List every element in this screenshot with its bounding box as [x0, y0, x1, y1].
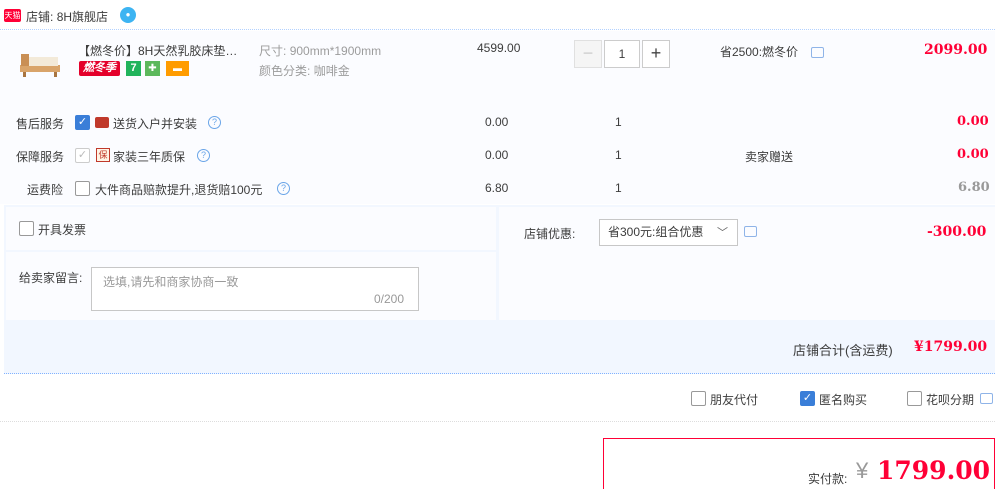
- promo-comment-icon[interactable]: [811, 47, 824, 58]
- anonymous-checkbox[interactable]: ✓: [800, 391, 815, 406]
- help-icon[interactable]: ?: [197, 149, 210, 162]
- coupon-box: [499, 207, 995, 320]
- service-checkbox-install[interactable]: ✓: [75, 115, 90, 130]
- service-price: 0.00: [485, 115, 509, 129]
- seller-note-label: 给卖家留言:: [19, 271, 83, 285]
- store-name-text[interactable]: 8H旗舰店: [57, 10, 108, 24]
- quantity-decrease-button[interactable]: −: [574, 40, 602, 68]
- quantity-increase-button[interactable]: +: [642, 40, 670, 68]
- service-text-insurance: 大件商品赔款提升,退货赔100元: [95, 183, 263, 197]
- store-name[interactable]: 店铺: 8H旗舰店: [26, 8, 108, 25]
- item-total-price: 2099.00: [924, 42, 988, 58]
- credit-card-icon: ▬: [166, 61, 189, 76]
- service-price: 6.80: [485, 181, 509, 195]
- sku-size: 尺寸: 900mm*1900mm: [259, 42, 381, 59]
- warranty-bao-icon: 保: [96, 148, 110, 162]
- service-text-install: 送货入户并安装: [113, 117, 198, 131]
- sku-color: 颜色分类: 咖啡金: [259, 62, 350, 79]
- service-label-aftersale: 售后服务: [16, 117, 65, 131]
- coupon-comment-icon[interactable]: [744, 226, 757, 237]
- installment-label[interactable]: 花呗分期: [926, 391, 974, 408]
- quantity-input[interactable]: 1: [604, 40, 640, 68]
- invoice-checkbox[interactable]: [19, 221, 34, 236]
- service-total: 0.00: [957, 147, 989, 162]
- wangwang-chat-icon[interactable]: ●: [120, 7, 136, 23]
- friend-pay-label[interactable]: 朋友代付: [710, 391, 758, 408]
- service-qty: 1: [615, 115, 622, 129]
- help-icon[interactable]: ?: [277, 182, 290, 195]
- coupon-amount: -300.00: [927, 224, 987, 240]
- service-checkbox-insurance[interactable]: [75, 181, 90, 196]
- product-thumbnail[interactable]: [18, 45, 62, 81]
- sku-color-value: 咖啡金: [313, 64, 350, 78]
- seller-note-counter: 0/200: [374, 292, 405, 306]
- service-label-insurance: 运费险: [27, 183, 64, 197]
- service-qty: 1: [615, 181, 622, 195]
- guarantee-shield-icon: ✚: [145, 61, 160, 76]
- installment-info-icon[interactable]: [980, 393, 993, 404]
- store-total-label: 店铺合计(含运费): [793, 343, 893, 358]
- service-price: 0.00: [485, 148, 509, 162]
- store-header: [0, 0, 995, 30]
- sku-size-label: 尺寸:: [259, 44, 287, 58]
- installment-checkbox[interactable]: [907, 391, 922, 406]
- sku-size-value: 900mm*1900mm: [289, 44, 382, 58]
- service-total: 0.00: [957, 114, 989, 129]
- winter-promo-badge: 燃冬季: [79, 61, 120, 76]
- anonymous-label[interactable]: 匿名购买: [819, 391, 867, 408]
- service-qty: 1: [615, 148, 622, 162]
- service-checkbox-warranty: ✓: [75, 148, 90, 163]
- help-icon[interactable]: ?: [208, 116, 221, 129]
- service-label-guarantee: 保障服务: [16, 150, 65, 164]
- store-prefix: 店铺:: [26, 10, 54, 24]
- pay-currency-symbol: ¥: [856, 458, 869, 483]
- delivery-truck-icon: [95, 117, 109, 128]
- invoice-label[interactable]: 开具发票: [38, 221, 86, 238]
- seller-gift-note: 卖家赠送: [745, 150, 794, 164]
- seven-day-return-icon: 7: [126, 61, 141, 76]
- friend-pay-checkbox[interactable]: [691, 391, 706, 406]
- store-total-value: ¥1799.00: [914, 339, 988, 355]
- tmall-icon: 天猫: [4, 9, 21, 22]
- coupon-label: 店铺优惠:: [524, 227, 576, 241]
- unit-price: 4599.00: [477, 41, 521, 55]
- chevron-down-icon[interactable]: ﹀: [717, 224, 728, 240]
- pay-amount-value: 1799.00: [877, 456, 991, 485]
- sku-color-label: 颜色分类:: [259, 64, 311, 78]
- service-text-warranty: 家装三年质保: [113, 150, 186, 164]
- service-total: 6.80: [958, 180, 990, 195]
- item-title[interactable]: 【燃冬价】8H天然乳胶床垫泰国进口乳胶: [78, 42, 248, 59]
- seller-note-placeholder: 选填,请先和商家协商一致: [103, 275, 239, 289]
- item-promo-text: 省2500:燃冬价: [720, 45, 799, 59]
- pay-amount-label: 实付款:: [808, 472, 848, 486]
